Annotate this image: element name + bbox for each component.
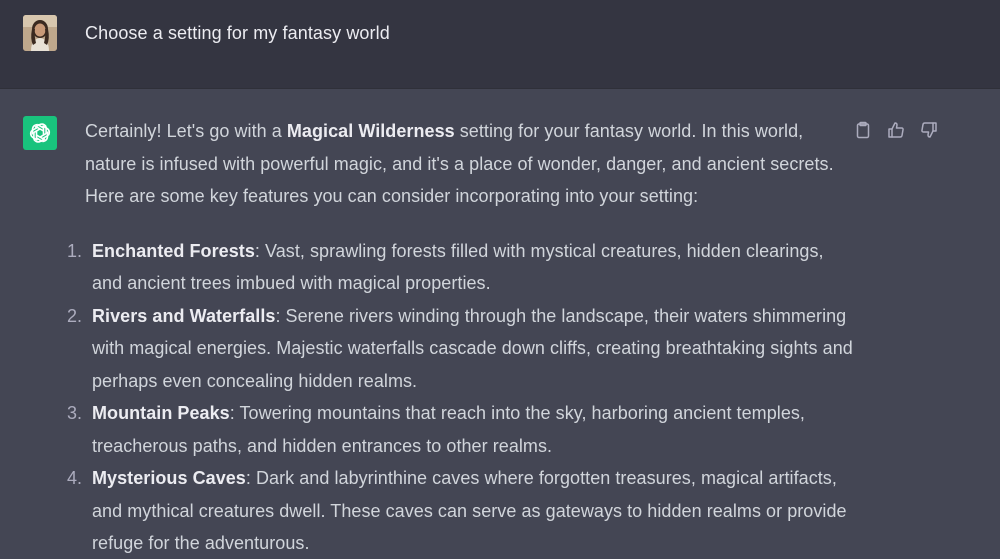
assistant-message-body: Certainly! Let's go with a Magical Wilde… <box>67 115 855 559</box>
list-item-title: Mysterious Caves <box>92 468 246 488</box>
message-actions <box>852 119 940 141</box>
list-item-title: Mountain Peaks <box>92 403 230 423</box>
thumbs-down-icon <box>921 122 937 138</box>
list-item: 4. Mysterious Caves: Dark and labyrinthin… <box>67 462 855 559</box>
assistant-message-row: Certainly! Let's go with a Magical Wilde… <box>0 89 1000 559</box>
thumbs-up-icon <box>888 122 904 138</box>
clipboard-icon <box>856 121 870 139</box>
openai-logo-icon <box>23 116 57 150</box>
list-item-title: Enchanted Forests <box>92 240 255 261</box>
list-item: 1. Enchanted Forests: Vast, sprawling for… <box>67 235 855 300</box>
intro-highlight: Magical Wilderness <box>286 121 455 141</box>
list-item-number: 4. <box>67 468 83 488</box>
list-item: 3. Mountain Peaks: Towering mountains tha… <box>67 397 855 462</box>
intro-text-start: Certainly! Let's go with a <box>85 121 287 141</box>
thumbs-down-button[interactable] <box>918 119 940 141</box>
list-item: 2. Rivers and Waterfalls: Serene rivers w… <box>67 300 855 398</box>
user-message-row: Choose a setting for my fantasy world <box>0 0 1000 89</box>
thumbs-up-button[interactable] <box>885 119 907 141</box>
user-message-text: Choose a setting for my fantasy world <box>85 23 390 43</box>
feature-list: 1. Enchanted Forests: Vast, sprawling for… <box>67 235 855 559</box>
assistant-intro-paragraph: Certainly! Let's go with a Magical Wilde… <box>85 115 855 213</box>
chat-page: Choose a setting for my fantasy world Ce… <box>0 0 1000 559</box>
list-item-number: 3. <box>67 403 83 423</box>
list-item-title: Rivers and Waterfalls <box>92 305 276 326</box>
list-item-number: 1. <box>67 240 83 261</box>
list-item-number: 2. <box>67 305 83 326</box>
user-avatar <box>23 15 57 51</box>
copy-button[interactable] <box>852 119 874 141</box>
